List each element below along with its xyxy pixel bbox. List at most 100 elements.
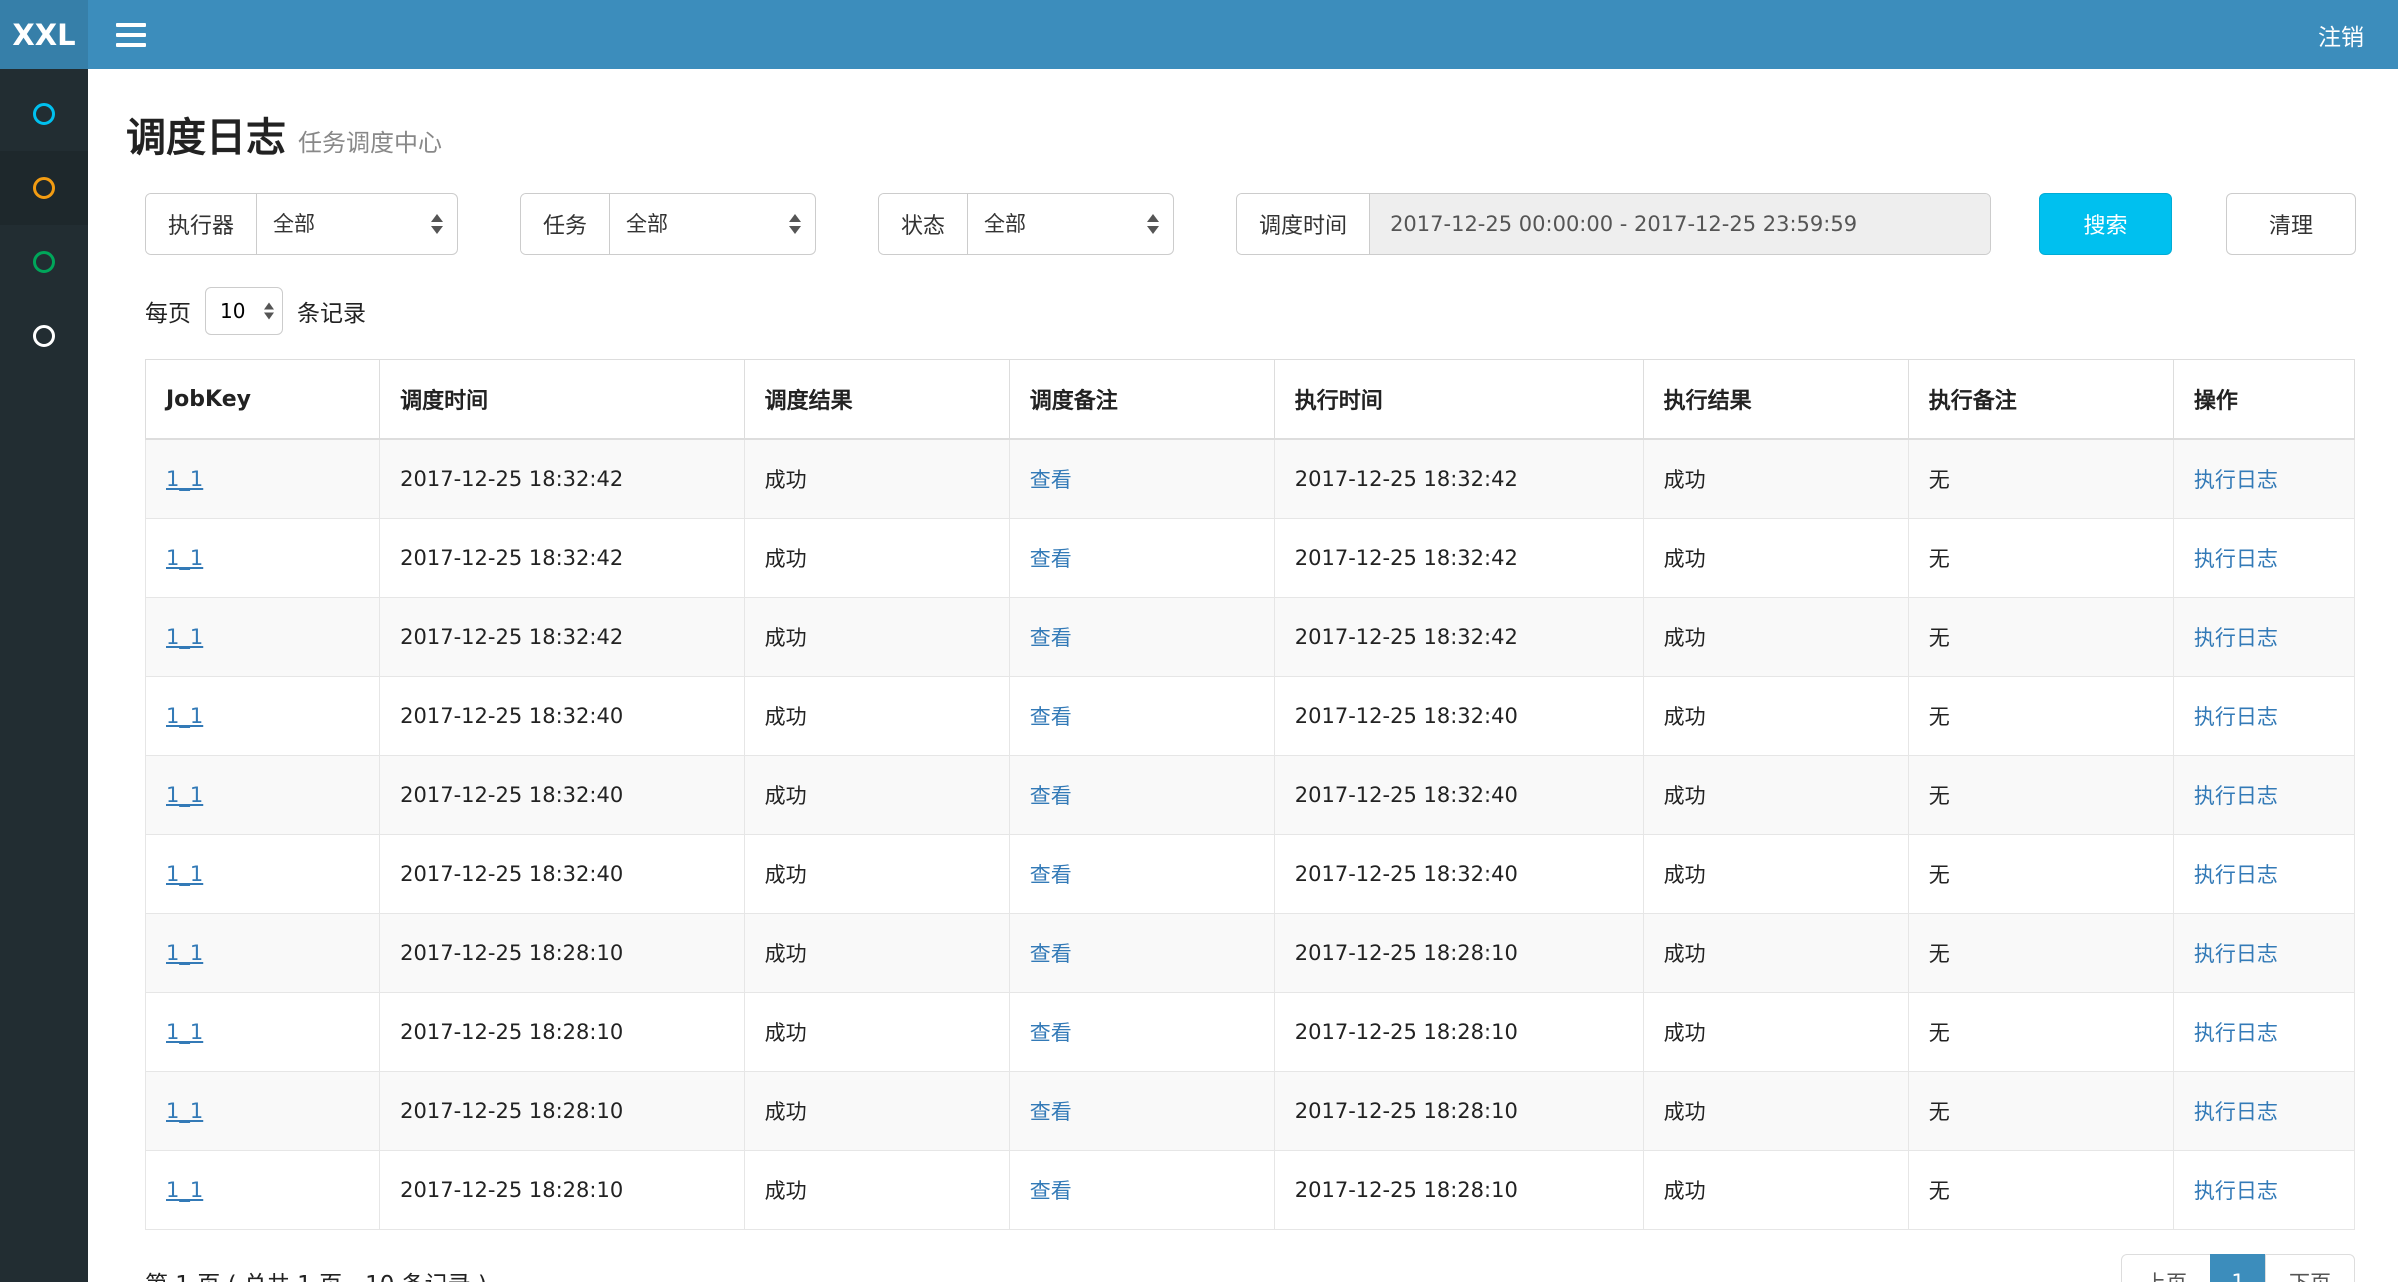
view-trigger-msg-link[interactable]: 查看 [1030, 626, 1072, 650]
jobkey-link[interactable]: 1_1 [166, 783, 203, 807]
trigger-time-cell: 2017-12-25 18:28:10 [380, 1072, 744, 1151]
table-row: 1_1 2017-12-25 18:32:40 成功 查看 2017-12-25… [146, 677, 2355, 756]
exec-log-link[interactable]: 执行日志 [2194, 626, 2278, 650]
page-size-select[interactable]: 10 [206, 288, 282, 334]
col-action: 操作 [2173, 360, 2354, 440]
jobkey-link[interactable]: 1_1 [166, 467, 203, 491]
next-page-button[interactable]: 下页 [2265, 1254, 2355, 1282]
table-row: 1_1 2017-12-25 18:32:42 成功 查看 2017-12-25… [146, 598, 2355, 677]
table-row: 1_1 2017-12-25 18:32:42 成功 查看 2017-12-25… [146, 519, 2355, 598]
exec-log-link[interactable]: 执行日志 [2194, 863, 2278, 887]
table-row: 1_1 2017-12-25 18:28:10 成功 查看 2017-12-25… [146, 1072, 2355, 1151]
view-trigger-msg-link[interactable]: 查看 [1030, 1021, 1072, 1045]
view-trigger-msg-link[interactable]: 查看 [1030, 1100, 1072, 1124]
pagination-info: 第 1 页 ( 总共 1 页，10 条记录 ) [145, 1265, 487, 1282]
exec-log-link[interactable]: 执行日志 [2194, 705, 2278, 729]
prev-page-button[interactable]: 上页 [2121, 1254, 2211, 1282]
trigger-time-cell: 2017-12-25 18:28:10 [380, 914, 744, 993]
jobkey-link[interactable]: 1_1 [166, 1178, 203, 1202]
table-row: 1_1 2017-12-25 18:32:40 成功 查看 2017-12-25… [146, 835, 2355, 914]
exec-log-link[interactable]: 执行日志 [2194, 1021, 2278, 1045]
trigger-result-cell: 成功 [744, 519, 1009, 598]
trigger-time-cell: 2017-12-25 18:32:42 [380, 519, 744, 598]
content-area: 调度日志 任务调度中心 执行器 全部 任务 全部 [88, 69, 2398, 1282]
view-trigger-msg-link[interactable]: 查看 [1030, 1179, 1072, 1203]
view-trigger-msg-link[interactable]: 查看 [1030, 705, 1072, 729]
col-handle-result: 执行结果 [1643, 360, 1908, 440]
jobkey-link[interactable]: 1_1 [166, 862, 203, 886]
handle-msg-cell: 无 [1908, 519, 2173, 598]
jobkey-link[interactable]: 1_1 [166, 1020, 203, 1044]
exec-log-link[interactable]: 执行日志 [2194, 468, 2278, 492]
view-trigger-msg-link[interactable]: 查看 [1030, 942, 1072, 966]
exec-log-link[interactable]: 执行日志 [2194, 1179, 2278, 1203]
hamburger-menu-icon[interactable] [116, 23, 146, 47]
trigger-time-filter-group: 调度时间 [1236, 193, 1991, 255]
handle-msg-cell: 无 [1908, 1151, 2173, 1230]
trigger-time-cell: 2017-12-25 18:28:10 [380, 1151, 744, 1230]
sidebar-item-2[interactable] [0, 151, 88, 225]
handle-msg-cell: 无 [1908, 1072, 2173, 1151]
sidebar-item-4[interactable] [0, 299, 88, 373]
exec-log-link[interactable]: 执行日志 [2194, 942, 2278, 966]
executor-filter-group: 执行器 全部 [145, 193, 458, 255]
handle-time-cell: 2017-12-25 18:32:42 [1274, 598, 1643, 677]
table-header-row: JobKey 调度时间 调度结果 调度备注 执行时间 执行结果 执行备注 操作 [146, 360, 2355, 440]
clear-button[interactable]: 清理 [2226, 193, 2356, 255]
handle-time-cell: 2017-12-25 18:28:10 [1274, 914, 1643, 993]
logout-button[interactable]: 注销 [2318, 18, 2364, 52]
search-button[interactable]: 搜索 [2039, 193, 2172, 255]
page-header: 调度日志 任务调度中心 [126, 105, 2356, 163]
handle-result-cell: 成功 [1643, 1151, 1908, 1230]
dispatch-log-table: JobKey 调度时间 调度结果 调度备注 执行时间 执行结果 执行备注 操作 … [145, 359, 2355, 1230]
page-1-button[interactable]: 1 [2210, 1254, 2266, 1282]
trigger-result-cell: 成功 [744, 439, 1009, 519]
job-filter-group: 任务 全部 [520, 193, 816, 255]
col-jobkey: JobKey [146, 360, 380, 440]
trigger-time-cell: 2017-12-25 18:28:10 [380, 993, 744, 1072]
exec-log-link[interactable]: 执行日志 [2194, 1100, 2278, 1124]
executor-select[interactable]: 全部 [257, 194, 457, 254]
sidebar-item-1[interactable] [0, 77, 88, 151]
status-filter-group: 状态 全部 [878, 193, 1174, 255]
view-trigger-msg-link[interactable]: 查看 [1030, 863, 1072, 887]
trigger-time-cell: 2017-12-25 18:32:40 [380, 835, 744, 914]
job-select[interactable]: 全部 [610, 194, 815, 254]
trigger-result-cell: 成功 [744, 835, 1009, 914]
col-trigger-time: 调度时间 [380, 360, 744, 440]
view-trigger-msg-link[interactable]: 查看 [1030, 547, 1072, 571]
handle-msg-cell: 无 [1908, 835, 2173, 914]
trigger-result-cell: 成功 [744, 598, 1009, 677]
sidebar-item-3[interactable] [0, 225, 88, 299]
jobkey-link[interactable]: 1_1 [166, 1099, 203, 1123]
handle-result-cell: 成功 [1643, 519, 1908, 598]
jobkey-link[interactable]: 1_1 [166, 704, 203, 728]
filter-toolbar: 执行器 全部 任务 全部 [145, 193, 2356, 255]
handle-msg-cell: 无 [1908, 439, 2173, 519]
view-trigger-msg-link[interactable]: 查看 [1030, 468, 1072, 492]
view-trigger-msg-link[interactable]: 查看 [1030, 784, 1072, 808]
exec-log-link[interactable]: 执行日志 [2194, 784, 2278, 808]
circle-icon [33, 177, 55, 199]
handle-result-cell: 成功 [1643, 835, 1908, 914]
circle-icon [33, 103, 55, 125]
trigger-time-range-input[interactable] [1370, 194, 1990, 254]
jobkey-link[interactable]: 1_1 [166, 625, 203, 649]
job-label: 任务 [521, 194, 610, 254]
handle-msg-cell: 无 [1908, 914, 2173, 993]
circle-icon [33, 325, 55, 347]
top-navbar: XXL 注销 [0, 0, 2398, 69]
jobkey-link[interactable]: 1_1 [166, 546, 203, 570]
pagination-controls: 上页 1 下页 [2121, 1254, 2355, 1282]
page-size-row: 每页 10 条记录 [145, 287, 2356, 335]
trigger-result-cell: 成功 [744, 1151, 1009, 1230]
trigger-result-cell: 成功 [744, 677, 1009, 756]
sidebar [0, 69, 88, 1282]
jobkey-link[interactable]: 1_1 [166, 941, 203, 965]
exec-log-link[interactable]: 执行日志 [2194, 547, 2278, 571]
status-label: 状态 [879, 194, 968, 254]
handle-time-cell: 2017-12-25 18:32:40 [1274, 756, 1643, 835]
trigger-result-cell: 成功 [744, 1072, 1009, 1151]
status-select[interactable]: 全部 [968, 194, 1173, 254]
navbar-rest: 注销 [88, 0, 2398, 69]
